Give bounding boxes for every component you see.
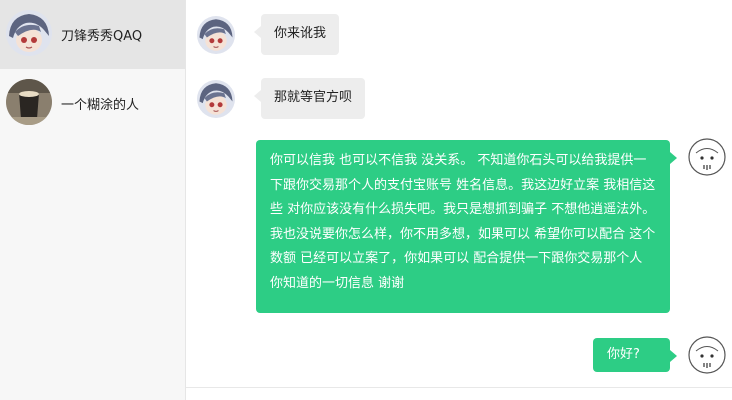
avatar xyxy=(6,10,52,56)
self-avatar[interactable] xyxy=(688,336,726,374)
contact-sidebar: 刀锋秀秀QAQ 一个糊涂的人 xyxy=(0,0,186,400)
self-avatar[interactable] xyxy=(688,138,726,176)
message-bubble-sent[interactable]: 你好? xyxy=(593,338,677,372)
sender-avatar[interactable] xyxy=(197,80,235,118)
input-divider xyxy=(186,387,732,388)
message-bubble-sent[interactable]: 你可以信我 也可以不信我 没关系。 不知道你石头可以给我提供一下跟你交易那个人的… xyxy=(256,140,677,313)
contact-item-hutu[interactable]: 一个糊涂的人 xyxy=(0,69,185,138)
message-bubble-received[interactable]: 你来讹我 xyxy=(253,14,340,55)
contact-item-daofeng[interactable]: 刀锋秀秀QAQ xyxy=(0,0,185,69)
avatar xyxy=(6,79,52,125)
contact-name: 刀锋秀秀QAQ xyxy=(61,29,143,44)
message-bubble-received[interactable]: 那就等官方呗 xyxy=(253,78,366,119)
chat-panel: 你来讹我 那就等官方呗 你可以信我 也可以不信我 没关系。 不知道你石头可以给我… xyxy=(186,0,732,400)
sender-avatar[interactable] xyxy=(197,16,235,54)
contact-name: 一个糊涂的人 xyxy=(61,98,140,113)
